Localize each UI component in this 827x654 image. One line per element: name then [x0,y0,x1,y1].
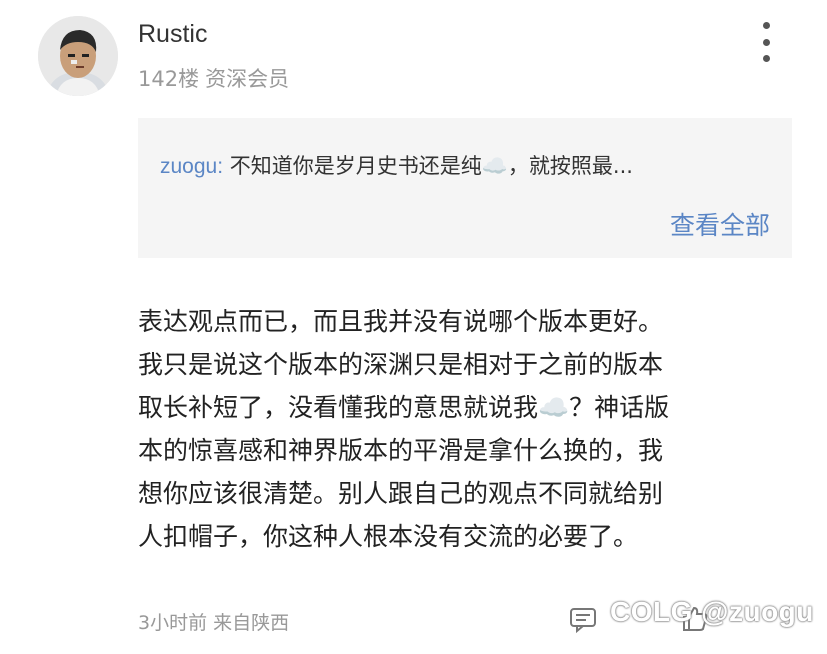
floor-number: 142楼 [138,67,200,91]
post-line: 表达观点而已，而且我并没有说哪个版本更好。 [138,307,664,336]
username[interactable]: Rustic [138,20,207,49]
user-meta: 142楼 资深会员 [138,63,289,93]
quote-text: 不知道你是岁月史书还是纯☁️，就按照最... [229,154,633,178]
quote-author[interactable]: zuogu: [160,155,223,178]
post-line: 取长补短了，没看懂我的意思就说我☁️？神话版 [138,393,670,422]
post-location: 来自陕西 [213,612,290,634]
post-line: 想你应该很清楚。别人跟自己的观点不同就给别 [138,479,664,508]
post-footer-meta: 3小时前 来自陕西 [138,608,289,635]
quoted-reply[interactable]: zuogu: 不知道你是岁月史书还是纯☁️，就按照最... 查看全部 [138,118,792,258]
post-time: 3小时前 [138,612,208,634]
more-vertical-icon [762,22,770,29]
post-line: 我只是说这个版本的深渊只是相对于之前的版本 [138,350,664,379]
more-options-button[interactable] [754,22,778,62]
post-content: 表达观点而已，而且我并没有说哪个版本更好。 我只是说这个版本的深渊只是相对于之前… [138,300,788,558]
comment-icon[interactable] [568,604,598,634]
avatar-image [38,16,118,96]
avatar[interactable] [38,16,118,96]
user-rank: 资深会员 [205,67,290,91]
quote-line: zuogu: 不知道你是岁月史书还是纯☁️，就按照最... [160,150,633,180]
view-all-link[interactable]: 查看全部 [670,206,770,242]
watermark: COLG @zuogu [610,596,814,627]
post-line: 人扣帽子，你这种人根本没有交流的必要了。 [138,522,639,551]
post-line: 本的惊喜感和神界版本的平滑是拿什么换的，我 [138,436,664,465]
